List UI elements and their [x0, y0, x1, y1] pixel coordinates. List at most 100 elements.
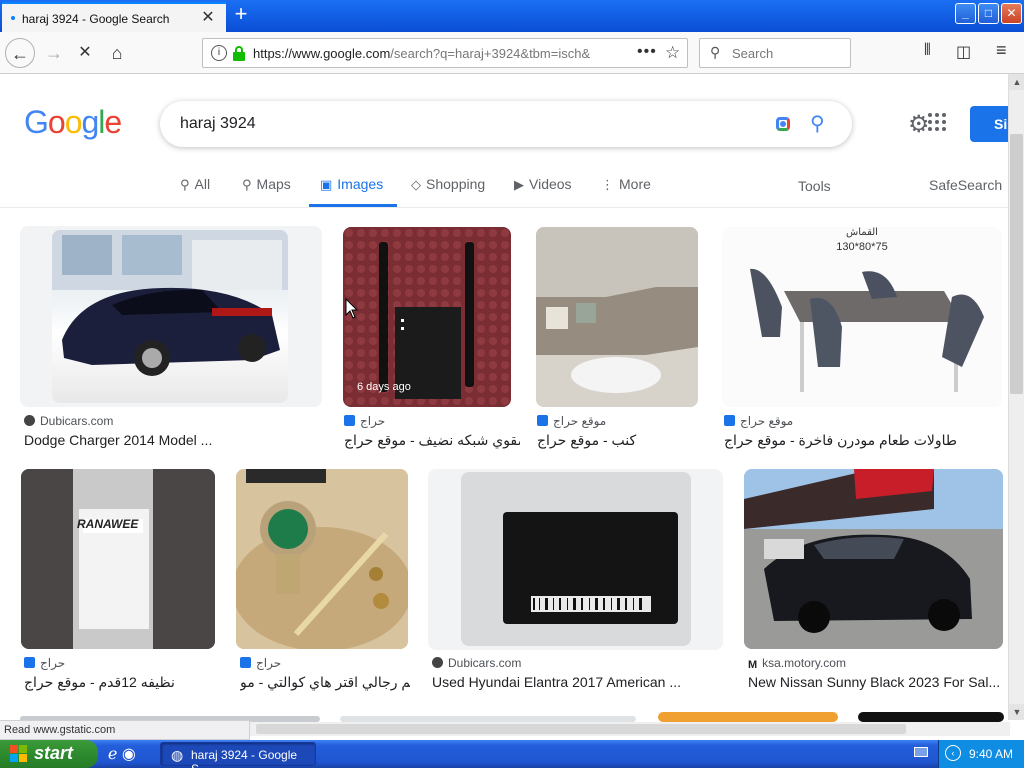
url-path: /search?q=haraj+3924&tbm=isch&: [390, 46, 591, 61]
result-title[interactable]: نظيفه 12قدم - موقع حراج: [24, 674, 220, 691]
google-logo[interactable]: Google: [24, 104, 122, 141]
image-caption: 130*80*75: [836, 241, 888, 253]
active-tab-underline: [309, 204, 397, 207]
firefox-icon: ◍: [171, 747, 184, 763]
keyboard-icon[interactable]: [914, 747, 928, 757]
result-source[interactable]: حراج: [24, 656, 65, 670]
tab-close-icon[interactable]: ✕: [198, 8, 218, 28]
result-source[interactable]: Dubicars.com: [432, 656, 521, 670]
browser-search-box[interactable]: ⚲ Search: [699, 38, 851, 68]
tab-images[interactable]: ▣ Images: [320, 176, 383, 193]
forward-button[interactable]: →: [39, 38, 69, 68]
result-source[interactable]: Mksa.motory.com: [748, 656, 846, 671]
status-bar: Read www.gstatic.com: [0, 720, 250, 740]
tab-maps[interactable]: ⚲ Maps: [242, 176, 291, 193]
maximize-button[interactable]: □: [978, 3, 999, 24]
safesearch-button[interactable]: SafeSearch: [929, 177, 1002, 193]
tab-loading-icon: [11, 16, 15, 20]
result-source[interactable]: موقع حراج: [537, 414, 606, 428]
image-result[interactable]: [658, 712, 838, 722]
url-text[interactable]: https://www.google.com/search?q=haraj+39…: [253, 46, 633, 61]
image-result[interactable]: [858, 712, 1004, 722]
tab-all[interactable]: ⚲ All: [180, 176, 210, 193]
dubicars-favicon: [24, 415, 35, 426]
settings-gear-icon[interactable]: ⚙: [908, 110, 930, 139]
result-title[interactable]: طاولات طعام مودرن فاخرة - موقع حراج: [724, 432, 1006, 449]
tab-shopping[interactable]: ◇ Shopping: [411, 176, 485, 193]
result-title[interactable]: مقوي شبكه نضيف - موقع حراج: [344, 432, 520, 449]
horizontal-scrollbar-thumb[interactable]: [256, 724, 906, 734]
result-title[interactable]: Dodge Charger 2014 Model ...: [24, 432, 320, 448]
tab-title: haraj 3924 - Google Search: [22, 12, 170, 26]
google-search-box[interactable]: haraj 3924 ⚲: [160, 101, 852, 147]
site-info-icon[interactable]: i: [211, 45, 227, 61]
taskbar-firefox-item[interactable]: ◍ haraj 3924 - Google S...: [160, 742, 316, 768]
horizontal-scrollbar[interactable]: [250, 722, 1010, 736]
tools-button[interactable]: Tools: [798, 178, 831, 194]
hyundai-sticker-photo: [461, 472, 691, 646]
url-host: https://www.google.com: [253, 46, 391, 61]
windows-flag-icon: [10, 745, 28, 763]
result-title[interactable]: Used Hyundai Elantra 2017 American ...: [432, 674, 724, 690]
more-vert-icon: ⋮: [601, 177, 614, 192]
google-lens-icon[interactable]: [772, 113, 794, 135]
sofa-photo: [536, 227, 698, 407]
vertical-scrollbar[interactable]: ▲ ▼: [1008, 74, 1024, 720]
image-result[interactable]: [536, 227, 698, 407]
tab-more[interactable]: ⋮ More: [601, 176, 651, 193]
image-result[interactable]: [236, 469, 408, 649]
scroll-up-icon[interactable]: ▲: [1009, 74, 1024, 90]
result-source[interactable]: حراج: [240, 656, 281, 670]
new-tab-button[interactable]: +: [230, 3, 252, 26]
result-source[interactable]: موقع حراج: [724, 414, 793, 428]
scrollbar-thumb[interactable]: [1010, 134, 1023, 394]
pipe-label-photo: [21, 469, 215, 649]
search-query[interactable]: haraj 3924: [180, 115, 256, 133]
hamburger-menu-icon[interactable]: ≡: [996, 40, 1007, 61]
apps-grid-icon[interactable]: [928, 113, 948, 133]
close-window-button[interactable]: ✕: [1001, 3, 1022, 24]
browser-tab[interactable]: haraj 3924 - Google Search ✕: [2, 2, 226, 32]
quick-launch-ie-icon[interactable]: ℯ ◉: [108, 744, 136, 764]
result-title[interactable]: اطقم رجالي اقتر هاي كوالتي - مو...: [240, 674, 410, 691]
result-source[interactable]: Dubicars.com: [24, 414, 113, 428]
result-title[interactable]: كنب - موقع حراج: [537, 432, 697, 449]
start-button[interactable]: start: [0, 740, 98, 768]
image-result[interactable]: RANAWEE: [21, 469, 215, 649]
url-bar[interactable]: i https://www.google.com/search?q=haraj+…: [202, 38, 688, 68]
tab-videos[interactable]: ▶ Videos: [514, 176, 572, 193]
tray-expand-icon[interactable]: ‹: [945, 745, 961, 761]
back-button[interactable]: ←: [5, 38, 35, 68]
home-button[interactable]: ⌂: [102, 38, 132, 68]
result-title[interactable]: New Nissan Sunny Black 2023 For Sal...: [748, 674, 1002, 690]
sticker-image[interactable]: [461, 472, 691, 646]
result-source[interactable]: حراج: [344, 414, 385, 428]
scroll-down-icon[interactable]: ▼: [1009, 704, 1024, 720]
lock-icon: [233, 46, 245, 61]
minimize-button[interactable]: _: [955, 3, 976, 24]
image-icon: ▣: [320, 177, 333, 192]
library-icon[interactable]: ⫴: [924, 42, 931, 60]
image-result[interactable]: [744, 469, 1003, 649]
tag-icon: ◇: [411, 177, 421, 192]
haraj-favicon: [537, 415, 548, 426]
nissan-sunny-photo: [744, 469, 1003, 649]
mouse-pointer-icon: [345, 298, 359, 319]
sidebar-icon[interactable]: ◫: [956, 42, 971, 62]
play-icon: ▶: [514, 177, 524, 192]
search-submit-icon[interactable]: ⚲: [810, 111, 825, 136]
windows-taskbar: start ℯ ◉ ◍ haraj 3924 - Google S... ‹ 9…: [0, 740, 1024, 768]
image-result[interactable]: 6 days ago: [343, 227, 511, 407]
dodge-charger-photo: [52, 230, 288, 376]
browser-tab-bar: haraj 3924 - Google Search ✕ + _ □ ✕: [0, 0, 1024, 32]
image-result[interactable]: القماش 130*80*75: [722, 227, 1002, 407]
stop-loading-button[interactable]: ✕: [70, 38, 100, 68]
car-image[interactable]: [52, 230, 288, 403]
page-actions-icon[interactable]: •••: [637, 43, 657, 61]
clock[interactable]: 9:40 AM: [969, 747, 1013, 761]
age-badge: 6 days ago: [357, 381, 411, 393]
haraj-favicon: [724, 415, 735, 426]
haraj-favicon: [24, 657, 35, 668]
search-tabs: ⚲ All ⚲ Maps ▣ Images ◇ Shopping ▶ Videos ⋮ Mo…: [0, 170, 1010, 208]
bookmark-star-icon[interactable]: ☆: [665, 43, 680, 63]
